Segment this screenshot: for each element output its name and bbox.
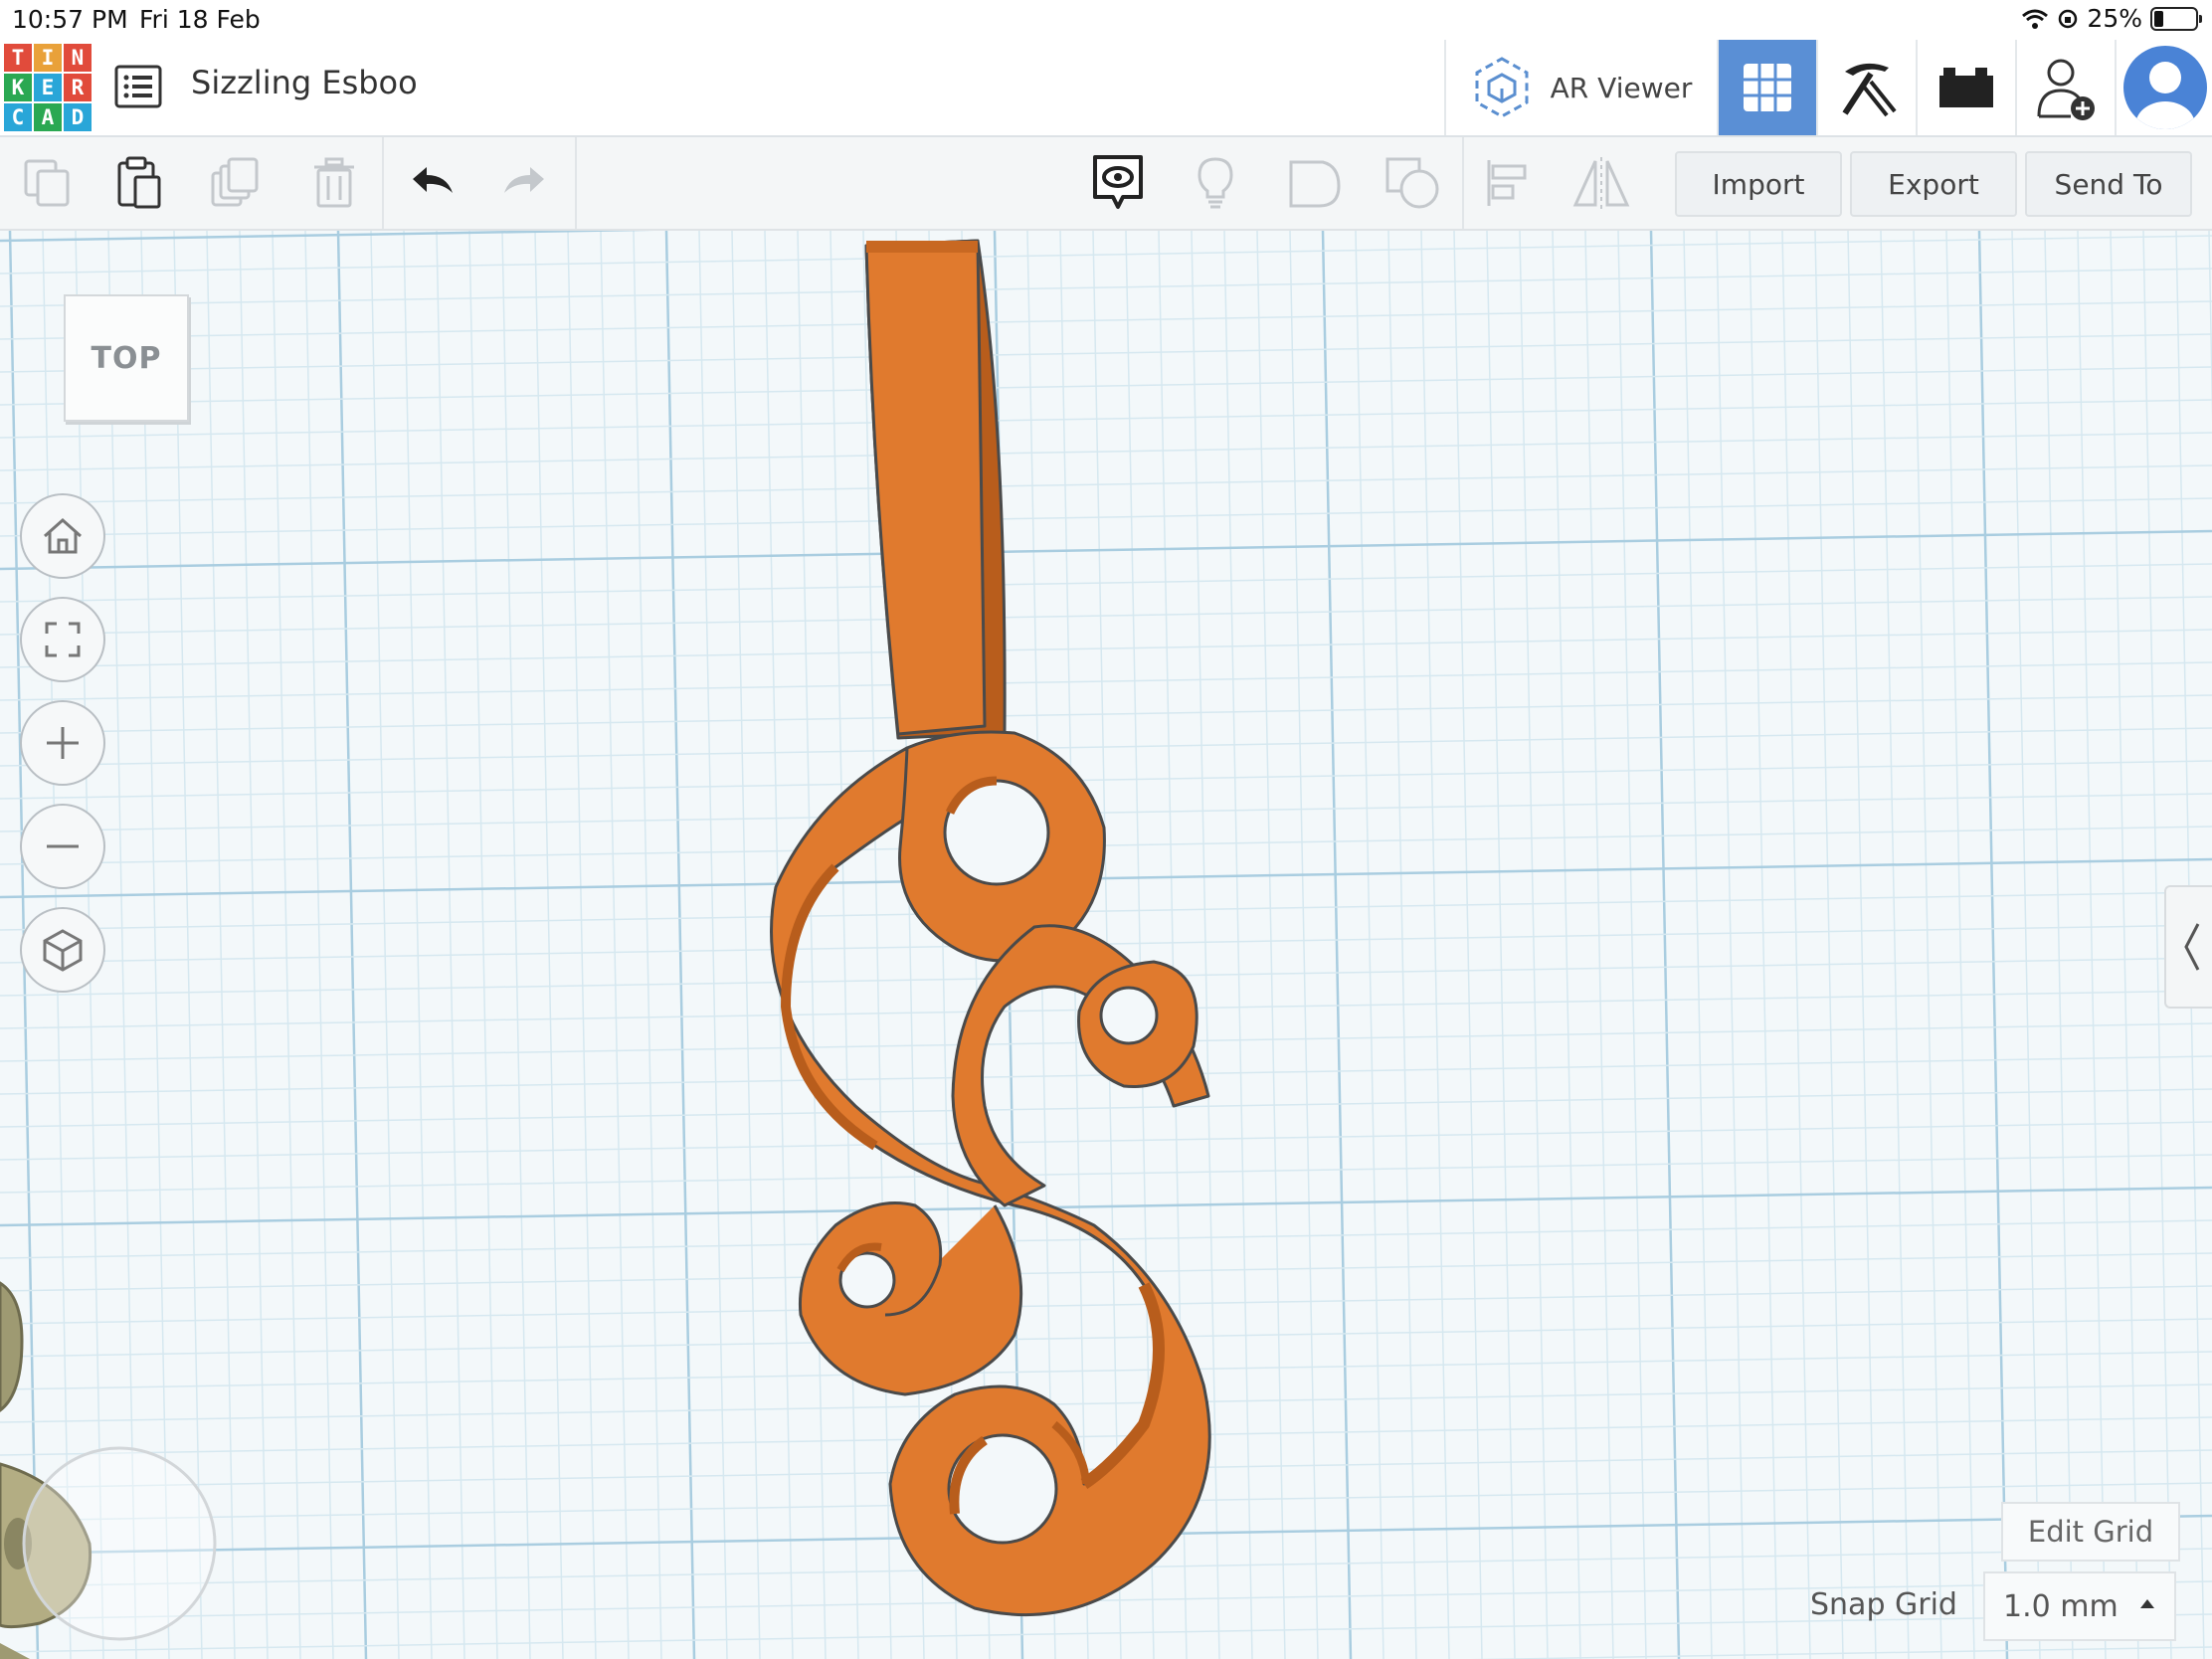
edit-grid-button[interactable]: Edit Grid xyxy=(2001,1502,2180,1562)
shapes-panel-toggle[interactable] xyxy=(2164,885,2212,1009)
export-button[interactable]: Export xyxy=(1850,151,2017,217)
logo-letter: D xyxy=(64,103,92,131)
home-view-button[interactable] xyxy=(20,493,105,579)
view-cube[interactable]: TOP xyxy=(64,294,189,422)
redo-button[interactable] xyxy=(493,151,557,215)
align-icon xyxy=(1487,160,1527,206)
group-button[interactable] xyxy=(1283,151,1347,215)
delete-icon xyxy=(314,157,354,208)
ungroup-icon xyxy=(1385,157,1439,209)
undo-icon xyxy=(413,167,453,193)
bricks-button[interactable] xyxy=(1918,40,2017,135)
pendant-shape[interactable] xyxy=(0,231,2212,1659)
status-bar: 10:57 PM Fri 18 Feb 25% xyxy=(0,0,2212,40)
app-header: T I N K E R C A D Sizzling Esboo AR View… xyxy=(0,40,2212,137)
group-icon xyxy=(1289,160,1341,208)
logo-letter: R xyxy=(64,74,92,101)
battery-percent: 25% xyxy=(2087,4,2142,33)
workplane[interactable]: TOP Edit Grid Snap Grid 1.0 mm xyxy=(0,231,2212,1659)
light-icon xyxy=(1198,157,1233,209)
minus-icon xyxy=(47,844,79,848)
bricks-icon xyxy=(1939,68,1993,107)
paste-icon xyxy=(117,156,161,209)
ungroup-button[interactable] xyxy=(1381,151,1444,215)
zoom-out-button[interactable] xyxy=(20,804,105,889)
import-button[interactable]: Import xyxy=(1675,151,1842,217)
codeblocks-button[interactable] xyxy=(1818,40,1918,135)
ar-viewer-icon xyxy=(1475,57,1529,118)
send-to-button[interactable]: Send To xyxy=(2025,151,2192,217)
caret-up-icon xyxy=(2140,1599,2154,1608)
fit-view-icon xyxy=(45,622,81,657)
logo-letter: I xyxy=(34,44,62,72)
avatar-icon xyxy=(2123,46,2207,129)
mirror-button[interactable] xyxy=(1569,151,1633,215)
notes-icon xyxy=(1093,155,1143,209)
ar-viewer-label: AR Viewer xyxy=(1550,71,1693,104)
copy-icon xyxy=(24,159,70,207)
status-right: 25% xyxy=(2021,4,2202,33)
notes-button[interactable] xyxy=(1086,151,1150,215)
fit-view-button[interactable] xyxy=(20,597,105,682)
status-time: 10:57 PM xyxy=(12,5,128,34)
copy-button[interactable] xyxy=(16,151,80,215)
logo-letter: T xyxy=(4,44,32,72)
design-list-icon[interactable] xyxy=(113,62,163,111)
toolbar-divider xyxy=(382,137,384,229)
light-button[interactable] xyxy=(1184,151,1247,215)
mirror-icon xyxy=(1572,157,1630,209)
paste-button[interactable] xyxy=(107,151,171,215)
logo-letter: N xyxy=(64,44,92,72)
snap-grid-select[interactable]: 1.0 mm xyxy=(1983,1571,2176,1641)
toolbar-divider xyxy=(575,137,577,229)
edit-toolbar: Import Export Send To xyxy=(0,137,2212,231)
plus-icon xyxy=(47,727,79,759)
invite-user-button[interactable] xyxy=(2017,40,2117,135)
orbit-control[interactable] xyxy=(20,1444,219,1643)
design-title[interactable]: Sizzling Esboo xyxy=(191,64,418,101)
3d-design-view-button[interactable] xyxy=(1719,40,1818,135)
duplicate-icon xyxy=(211,157,259,207)
cube-icon xyxy=(43,929,83,972)
perspective-button[interactable] xyxy=(20,907,105,993)
redo-icon xyxy=(504,167,544,193)
account-button[interactable] xyxy=(2117,40,2212,135)
home-icon xyxy=(44,517,82,554)
toolbar-divider xyxy=(1462,137,1464,229)
grid-view-icon xyxy=(1744,64,1791,111)
view-cube-face-label: TOP xyxy=(91,340,162,376)
wifi-icon xyxy=(2022,9,2049,29)
add-user-icon xyxy=(2037,59,2095,120)
snap-grid-value: 1.0 mm xyxy=(2003,1588,2119,1624)
tinkercad-logo[interactable]: T I N K E R C A D xyxy=(4,44,92,131)
logo-letter: E xyxy=(34,74,62,101)
logo-letter: A xyxy=(34,103,62,131)
snap-grid-label: Snap Grid xyxy=(1810,1587,1957,1622)
orientation-lock-icon xyxy=(2059,9,2078,28)
undo-button[interactable] xyxy=(400,151,463,215)
header-actions: AR Viewer xyxy=(1444,40,2212,135)
align-button[interactable] xyxy=(1476,151,1540,215)
pickaxe-icon xyxy=(1842,63,1897,117)
battery-icon xyxy=(2150,6,2202,31)
zoom-in-button[interactable] xyxy=(20,700,105,786)
delete-button[interactable] xyxy=(302,151,366,215)
ar-viewer-button[interactable]: AR Viewer xyxy=(1446,40,1719,135)
logo-letter: K xyxy=(4,74,32,101)
logo-letter: C xyxy=(4,103,32,131)
chevron-left-icon xyxy=(2184,923,2200,971)
status-date: Fri 18 Feb xyxy=(139,5,261,34)
duplicate-button[interactable] xyxy=(205,151,269,215)
